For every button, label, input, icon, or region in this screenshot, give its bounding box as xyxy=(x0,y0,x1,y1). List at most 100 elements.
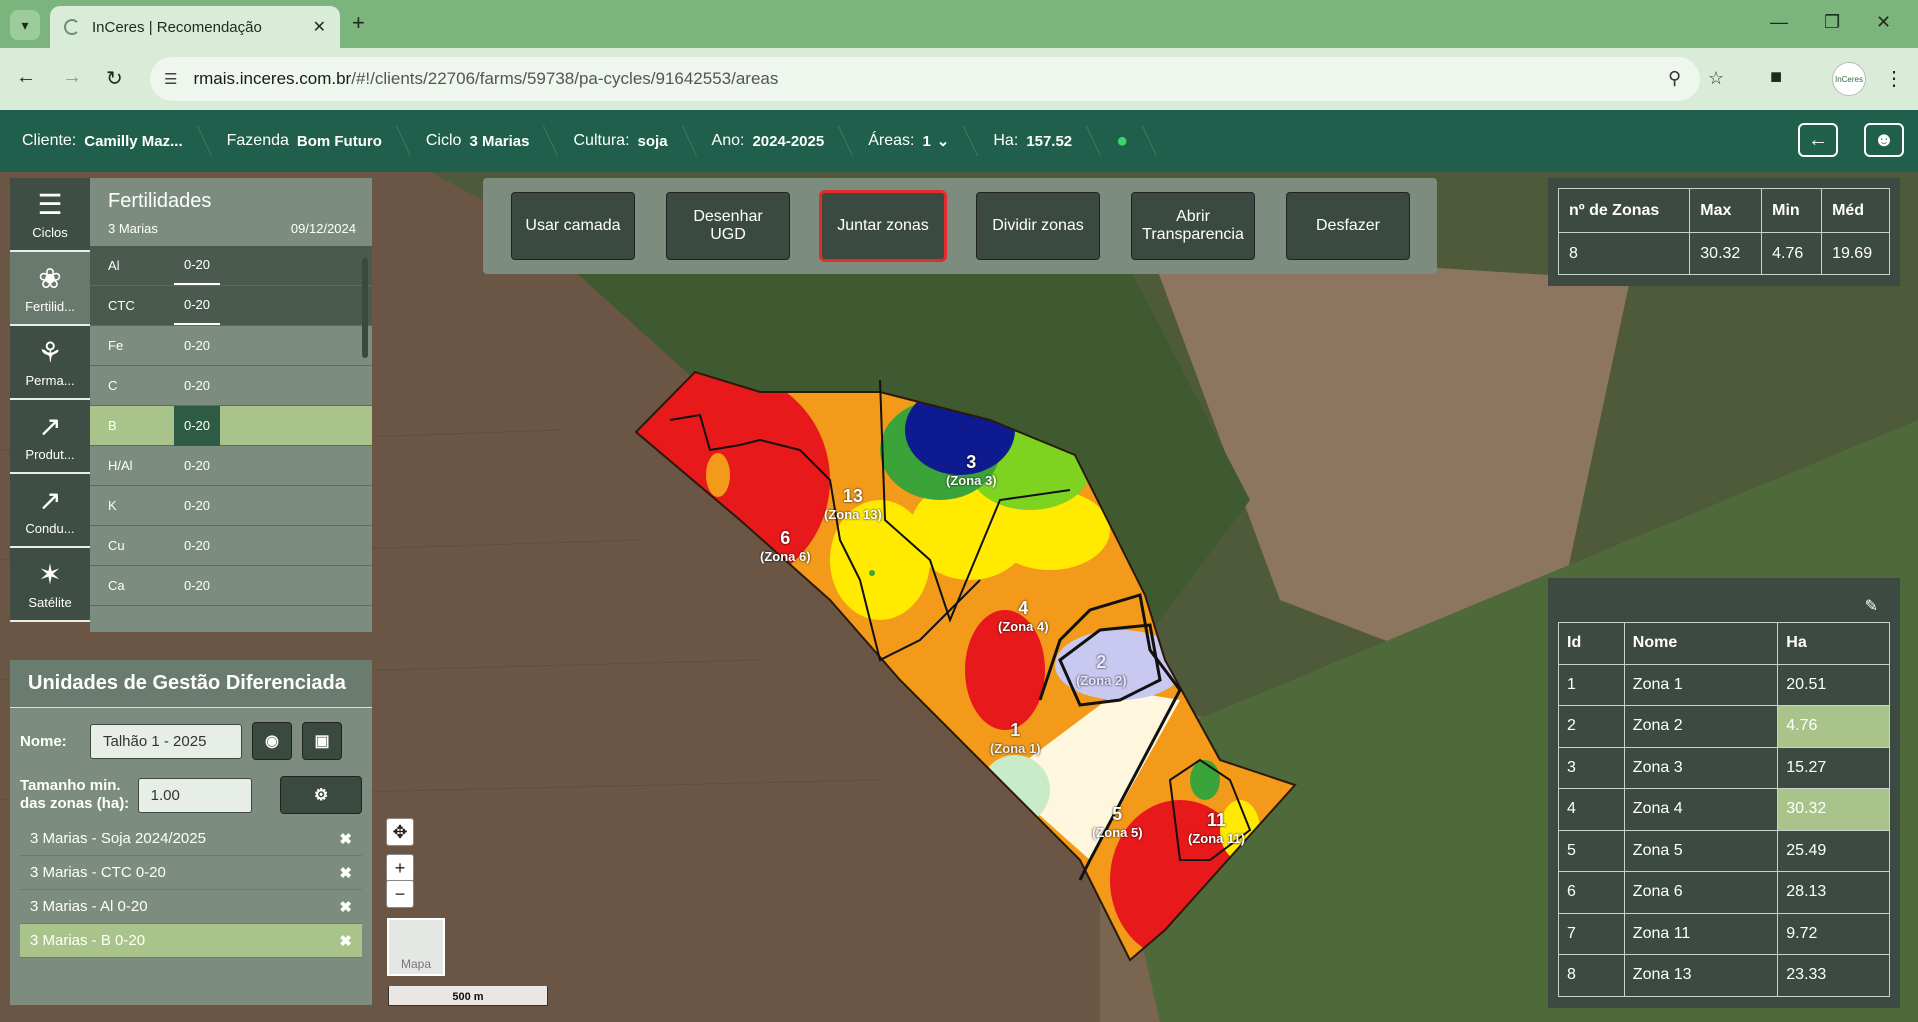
chevron-down-icon[interactable]: ⌄ xyxy=(937,132,950,150)
crumb-ciclo[interactable]: Ciclo 3 Marias xyxy=(404,110,552,172)
layer-item[interactable]: 3 Marias - CTC 0-20 ✖ xyxy=(20,856,362,890)
crumb-fazenda[interactable]: Fazenda Bom Futuro xyxy=(205,110,404,172)
attr-depth[interactable]: 0-20 xyxy=(174,287,220,325)
desfazer-button[interactable]: Desfazer xyxy=(1286,192,1410,260)
attr-depth[interactable]: 0-20 xyxy=(174,247,220,285)
remove-icon[interactable]: ✖ xyxy=(339,864,352,882)
reload-icon[interactable]: ↻ xyxy=(106,66,123,91)
sidebar-item-satelite[interactable]: ✶ Satélite xyxy=(10,548,90,622)
attr-depth[interactable]: 0-20 xyxy=(174,446,220,486)
fert-row-k[interactable]: K 0-20 xyxy=(90,486,372,526)
back-arrow-button[interactable]: ← xyxy=(1798,123,1838,157)
zone-label-6[interactable]: 6 (Zona 6) xyxy=(760,528,811,564)
fert-row-cu[interactable]: Cu 0-20 xyxy=(90,526,372,566)
zone-label-13[interactable]: 13 (Zona 13) xyxy=(824,486,882,522)
table-row[interactable]: 8 Zona 13 23.33 xyxy=(1558,954,1890,997)
tamanho-input[interactable]: 1.00 xyxy=(137,777,253,813)
attr-depth[interactable]: 0-20 xyxy=(174,405,220,446)
save-icon[interactable]: ▣ xyxy=(302,722,342,760)
attr-name: Al xyxy=(108,258,120,273)
sidebar-item-fertilidades[interactable]: ❀ Fertilid... xyxy=(10,252,90,326)
attr-depth[interactable]: 0-20 xyxy=(174,486,220,526)
browser-tab[interactable]: InCeres | Recomendação ✕ xyxy=(50,6,340,48)
restore-icon[interactable]: ❐ xyxy=(1824,12,1840,33)
zone-label-5[interactable]: 5 (Zona 5) xyxy=(1092,804,1143,840)
attr-depth[interactable]: 0-20 xyxy=(174,566,220,606)
sidebar-item-produtividade[interactable]: ↗ Produt... xyxy=(10,400,90,474)
attr-depth[interactable]: 0-20 xyxy=(174,366,220,406)
forward-icon[interactable]: → xyxy=(62,66,82,89)
table-row[interactable]: 4 Zona 4 30.32 xyxy=(1558,788,1890,831)
zone-label-4[interactable]: 4 (Zona 4) xyxy=(998,598,1049,634)
pan-icon[interactable]: ✥ xyxy=(386,818,414,846)
remove-icon[interactable]: ✖ xyxy=(339,932,352,950)
zone-label-3[interactable]: 3 (Zona 3) xyxy=(946,452,997,488)
fert-row-fe[interactable]: Fe 0-20 xyxy=(90,326,372,366)
table-row[interactable]: 7 Zona 11 9.72 xyxy=(1558,912,1890,955)
zone-label-1[interactable]: 1 (Zona 1) xyxy=(990,720,1041,756)
table-row[interactable]: 1 Zona 1 20.51 xyxy=(1558,663,1890,706)
table-row[interactable]: 2 Zona 2 4.76 xyxy=(1558,705,1890,748)
remove-icon[interactable]: ✖ xyxy=(339,898,352,916)
attr-depth[interactable]: 0-20 xyxy=(174,526,220,566)
pencil-icon[interactable]: ✎ xyxy=(1865,596,1878,616)
new-tab-button[interactable]: + xyxy=(352,10,365,36)
menu-kebab-icon[interactable]: ⋮ xyxy=(1884,66,1904,91)
crumb-cliente[interactable]: Cliente: Camilly Maz... xyxy=(0,110,205,172)
crumb-areas[interactable]: Áreas: 1 ⌄ xyxy=(846,110,971,172)
sidebar-item-condutividade[interactable]: ↗ Condu... xyxy=(10,474,90,548)
zoom-out-button[interactable]: − xyxy=(386,880,414,908)
eye-icon[interactable]: ◉ xyxy=(252,722,292,760)
table-row[interactable]: 3 Zona 3 15.27 xyxy=(1558,746,1890,789)
crumb-label: Ha: xyxy=(993,132,1019,149)
layer-item[interactable]: 3 Marias - Al 0-20 ✖ xyxy=(20,890,362,924)
fert-row-hal[interactable]: H/Al 0-20 xyxy=(90,446,372,486)
basemap-toggle[interactable]: Mapa xyxy=(387,918,445,976)
sidebar-item-permanentes[interactable]: ⚘ Perma... xyxy=(10,326,90,400)
zone-id: 4 xyxy=(1558,788,1625,831)
tab-search-dropdown[interactable]: ▾ xyxy=(10,10,40,40)
url-field[interactable]: ☰ rmais.inceres.com.br/#!/clients/22706/… xyxy=(150,57,1724,101)
zoom-in-button[interactable]: + xyxy=(386,854,414,882)
nome-input[interactable]: Talhão 1 - 2025 xyxy=(90,723,242,759)
zone-label-2[interactable]: 2 (Zona 2) xyxy=(1076,652,1127,688)
layer-item[interactable]: 3 Marias - B 0-20 ✖ xyxy=(20,924,362,958)
fert-row-ca[interactable]: Ca 0-20 xyxy=(90,566,372,606)
fert-row-ctc[interactable]: CTC 0-20 xyxy=(90,286,372,326)
bookmark-star-icon[interactable]: ☆ xyxy=(1708,68,1724,89)
gears-icon[interactable]: ⚙ xyxy=(280,776,362,814)
desenhar-ugd-button[interactable]: Desenhar UGD xyxy=(666,192,790,260)
profile-avatar[interactable]: InCeres xyxy=(1832,62,1866,96)
zone-label-11[interactable]: 11 (Zona 11) xyxy=(1188,810,1245,846)
back-icon[interactable]: ← xyxy=(16,66,36,89)
crumb-cultura[interactable]: Cultura: soja xyxy=(551,110,689,172)
close-window-icon[interactable]: ✕ xyxy=(1876,12,1891,33)
layer-item[interactable]: 3 Marias - Soja 2024/2025 ✖ xyxy=(20,822,362,856)
zone-id: 7 xyxy=(1558,912,1625,955)
remove-icon[interactable]: ✖ xyxy=(339,830,352,848)
fert-row-al[interactable]: Al 0-20 xyxy=(90,246,372,286)
abrir-transparencia-button[interactable]: Abrir Transparencia xyxy=(1131,192,1255,260)
dividir-zonas-button[interactable]: Dividir zonas xyxy=(976,192,1100,260)
scrollbar[interactable] xyxy=(362,258,368,358)
zone-number: 5 xyxy=(1112,804,1123,824)
fert-row-c[interactable]: C 0-20 xyxy=(90,366,372,406)
attr-depth[interactable]: 0-20 xyxy=(174,326,220,366)
juntar-zonas-button[interactable]: Juntar zonas xyxy=(819,190,947,262)
stats-header: Min xyxy=(1761,188,1823,233)
crumb-ano[interactable]: Ano: 2024-2025 xyxy=(690,110,847,172)
fert-row-b[interactable]: B 0-20 xyxy=(90,405,372,446)
table-row[interactable]: 5 Zona 5 25.49 xyxy=(1558,829,1890,872)
zone-ha: 28.13 xyxy=(1777,871,1890,914)
usar-camada-button[interactable]: Usar camada xyxy=(511,192,635,260)
minimize-icon[interactable]: — xyxy=(1770,12,1788,33)
table-row[interactable]: 6 Zona 6 28.13 xyxy=(1558,871,1890,914)
zone-ha: 15.27 xyxy=(1777,746,1890,789)
site-info-icon[interactable]: ☰ xyxy=(164,70,177,88)
zone-name: (Zona 5) xyxy=(1092,825,1143,840)
user-icon[interactable]: ☻ xyxy=(1864,123,1904,157)
sidebar-item-ciclos[interactable]: ☰ Ciclos xyxy=(10,178,90,252)
zoom-icon[interactable]: ⚲ xyxy=(1668,68,1681,89)
extensions-icon[interactable]: ■ xyxy=(1770,66,1782,89)
close-tab-icon[interactable]: ✕ xyxy=(313,17,326,37)
